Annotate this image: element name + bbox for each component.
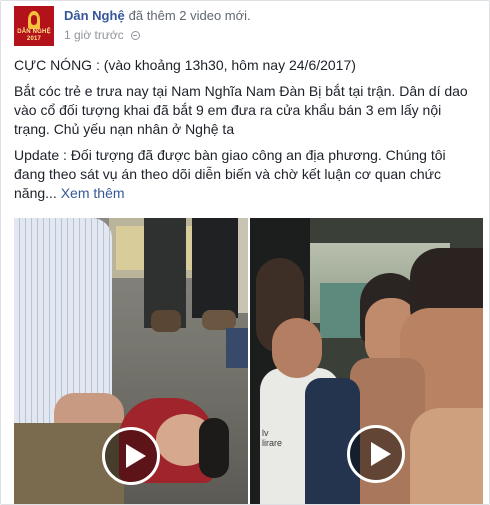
page-name-link[interactable]: Dân Nghệ (64, 8, 125, 23)
post-timestamp[interactable]: 1 giờ trước (64, 28, 124, 42)
facebook-post: DÂN NGHỆ 2017 Dân Nghệ đã thêm 2 video mớ… (0, 0, 490, 505)
post-body: CỰC NÓNG : (vào khoảng 13h30, hôm nay 24… (14, 56, 476, 210)
avatar-caption: DÂN NGHỆ 2017 (17, 29, 51, 42)
post-action-text: đã thêm 2 video mới. (128, 8, 251, 23)
play-icon (126, 444, 146, 468)
post-meta: 1 giờ trước (64, 28, 141, 42)
post-title-line: Dân Nghệ đã thêm 2 video mới. (64, 8, 251, 23)
post-paragraph: Update : Đối tượng đã được bàn giao công… (14, 146, 476, 203)
video-thumbnail-1[interactable] (14, 218, 248, 504)
shirt-print-text: lv lirare (262, 428, 283, 448)
play-button[interactable] (102, 427, 160, 485)
video-grid: lv lirare (14, 218, 483, 504)
post-paragraph: Bắt cóc trẻ e trưa nay tại Nam Nghĩa Nam… (14, 83, 468, 137)
page-avatar[interactable]: DÂN NGHỆ 2017 (14, 6, 54, 46)
play-button[interactable] (347, 425, 405, 483)
video-thumbnail-2[interactable]: lv lirare (250, 218, 483, 504)
avatar-logo-icon (28, 11, 40, 29)
play-icon (371, 442, 391, 466)
see-more-link[interactable]: Xem thêm (61, 185, 125, 201)
post-paragraph: CỰC NÓNG : (vào khoảng 13h30, hôm nay 24… (14, 57, 356, 73)
globe-icon[interactable] (131, 31, 141, 40)
